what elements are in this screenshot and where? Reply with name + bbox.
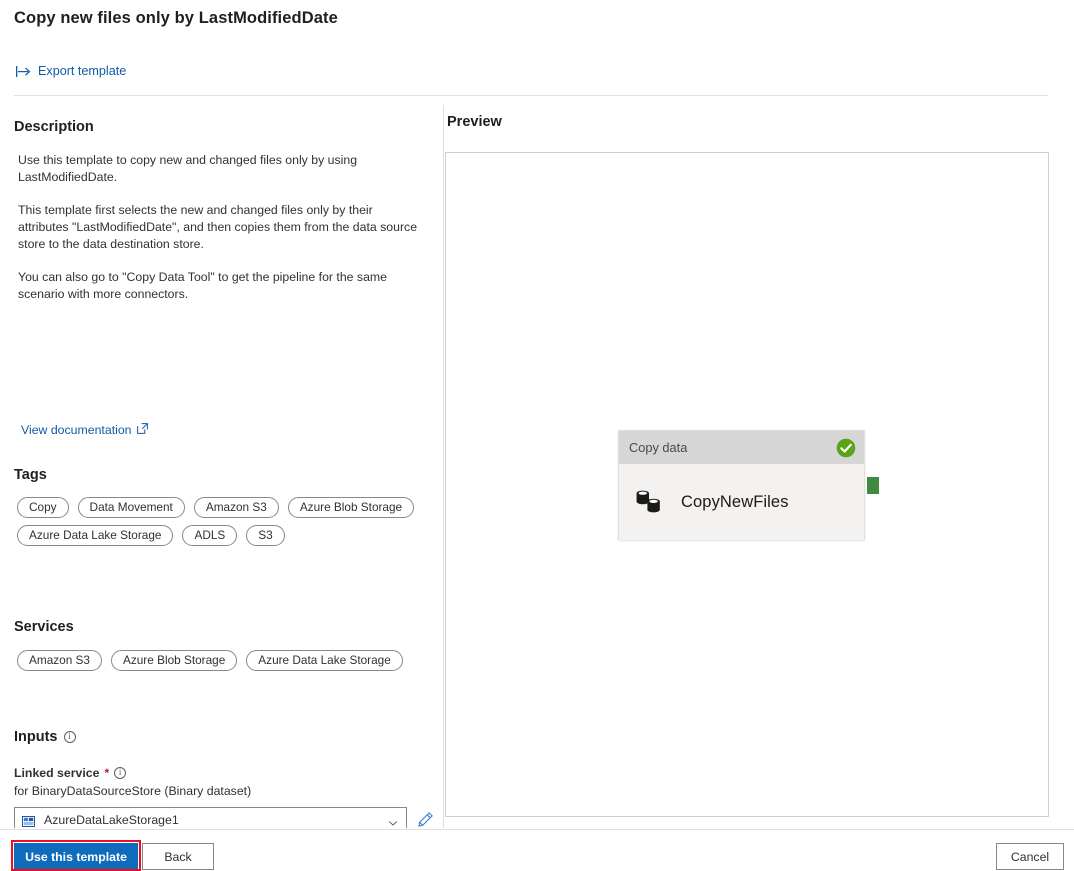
required-marker: * [104,766,110,780]
pipeline-preview-canvas[interactable]: Copy data CopyNewFiles [445,152,1049,817]
tag-pill: ADLS [182,525,238,546]
description-paragraph: Use this template to copy new and change… [18,153,358,184]
description-body: Use this template to copy new and change… [18,152,418,303]
info-icon[interactable] [114,767,127,779]
preview-pane: Preview Copy data CopyNewFiles [444,105,1074,828]
services-heading: Services [14,619,74,635]
view-documentation-label: View documentation [21,423,132,437]
activity-node-header: Copy data [619,431,864,464]
use-this-template-button[interactable]: Use this template [14,843,138,870]
linked-service-label: Linked service * [14,765,434,781]
cancel-button[interactable]: Cancel [996,843,1064,870]
linked-service-field-source: Linked service * for BinaryDataSourceSto… [14,765,434,828]
preview-heading: Preview [447,114,502,130]
tag-pill: Azure Data Lake Storage [17,525,174,546]
tags-heading: Tags [14,467,47,483]
description-paragraph: This template first selects the new and … [18,203,418,251]
external-link-icon [136,423,148,437]
header-divider [14,95,1048,96]
tag-pill: Copy [17,497,69,518]
linked-service-label-text: Linked service [14,766,100,780]
service-pill: Amazon S3 [17,650,102,671]
description-heading: Description [14,119,94,135]
tag-pill: S3 [246,525,285,546]
linked-service-dropdown-source[interactable]: AzureDataLakeStorage1 [14,807,407,828]
pipeline-activity-node[interactable]: Copy data CopyNewFiles [618,430,865,540]
export-template-button[interactable]: Export template [14,62,128,80]
edit-linked-service-source-button[interactable] [417,811,434,828]
back-button[interactable]: Back [142,843,214,870]
linked-service-sublabel: for BinaryDataSourceStore (Binary datase… [14,784,252,798]
command-bar: Export template [14,62,128,80]
tag-pill: Amazon S3 [193,497,279,518]
page-title: Copy new files only by LastModifiedDate [14,9,338,27]
activity-node-body: CopyNewFiles [619,464,864,540]
activity-type-label: Copy data [629,440,688,455]
copy-data-cylinders-icon [635,489,663,515]
inputs-heading: Inputs [14,729,76,745]
inputs-heading-label: Inputs [14,729,58,745]
template-details-pane: Description Use this template to copy ne… [0,105,443,828]
green-check-circle-icon [836,438,856,458]
chevron-down-icon [388,815,398,826]
services-list: Amazon S3 Azure Blob Storage Azure Data … [17,650,427,671]
linked-service-row: AzureDataLakeStorage1 [14,807,434,828]
output-port-handle[interactable] [867,477,879,494]
service-pill: Azure Data Lake Storage [246,650,403,671]
description-paragraph: You can also go to "Copy Data Tool" to g… [18,270,387,301]
tag-pill: Data Movement [77,497,185,518]
export-template-label: Export template [38,64,127,78]
view-documentation-link[interactable]: View documentation [21,423,148,437]
tags-list: Copy Data Movement Amazon S3 Azure Blob … [17,497,427,546]
tag-pill: Azure Blob Storage [287,497,415,518]
info-icon[interactable] [63,731,76,743]
service-pill: Azure Blob Storage [110,650,238,671]
activity-name-label: CopyNewFiles [681,492,789,511]
export-arrow-icon [16,65,31,78]
linked-service-value: AzureDataLakeStorage1 [44,812,179,827]
linked-service-icon [22,814,35,827]
